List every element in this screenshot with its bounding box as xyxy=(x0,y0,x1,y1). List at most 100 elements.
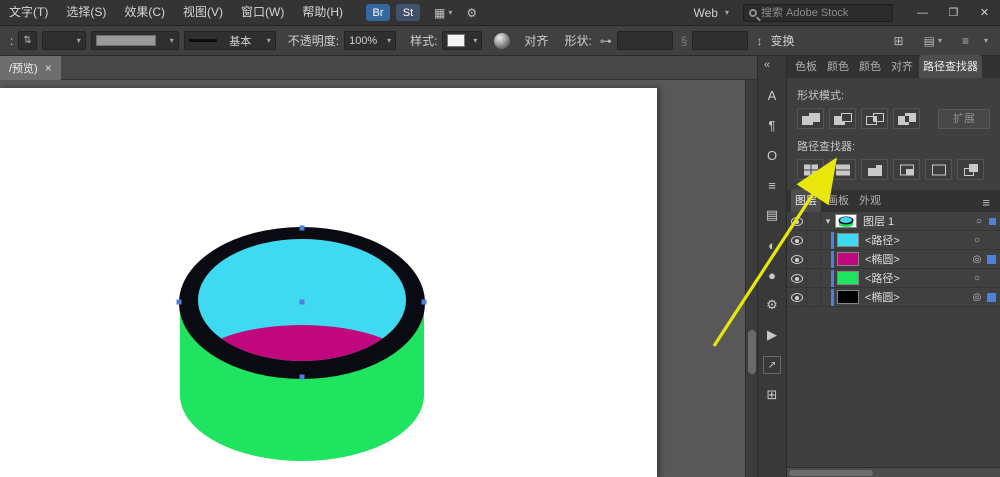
target-circle[interactable]: ◎ xyxy=(969,292,985,303)
layer-row[interactable]: <路径> ○ xyxy=(787,269,1000,288)
selection-square[interactable] xyxy=(989,218,996,225)
lock-toggle[interactable] xyxy=(807,212,821,230)
visibility-toggle[interactable] xyxy=(787,269,807,287)
selection-square[interactable] xyxy=(987,255,996,264)
shape-width-input[interactable] xyxy=(617,31,673,50)
minus-back-button[interactable] xyxy=(957,159,984,180)
target-circle[interactable]: ◎ xyxy=(969,254,985,265)
anchor-point[interactable] xyxy=(300,226,305,231)
height-icon[interactable]: ↕ xyxy=(756,34,762,48)
actions-panel-icon[interactable]: ▶ xyxy=(760,323,784,347)
tab-color[interactable]: 颜色 xyxy=(823,55,853,78)
gradient-panel-icon[interactable]: ◐ xyxy=(760,233,784,257)
opacity-select[interactable]: 100% ▾ xyxy=(344,31,396,50)
layer-row[interactable]: <路径> ○ xyxy=(787,231,1000,250)
target-circle[interactable]: ○ xyxy=(969,273,985,284)
style-select[interactable]: ▾ xyxy=(442,31,482,50)
grid-icon[interactable]: ⊞ xyxy=(894,34,904,48)
tab-close-icon[interactable]: × xyxy=(45,61,52,75)
layer-name[interactable]: <椭圆> xyxy=(865,251,900,267)
stroke-profile-select[interactable]: 基本 ▾ xyxy=(184,31,276,50)
menu-select[interactable]: 选择(S) xyxy=(57,0,115,25)
menu-effect[interactable]: 效果(C) xyxy=(115,0,174,25)
scrollbar-thumb[interactable] xyxy=(789,470,873,476)
workspace-switcher[interactable]: Web ▾ xyxy=(694,6,729,20)
selection-square[interactable] xyxy=(987,293,996,302)
align-button[interactable]: 对齐 xyxy=(524,32,548,49)
search-input[interactable] xyxy=(761,7,887,19)
divide-button[interactable] xyxy=(797,159,824,180)
visibility-toggle[interactable] xyxy=(787,212,807,230)
transparency-panel-icon[interactable]: ● xyxy=(760,263,784,287)
transform-panel-icon[interactable]: ⊞ xyxy=(760,383,784,407)
layer-row[interactable]: ▾ 图层 1 ○ xyxy=(787,212,1000,231)
intersect-button[interactable] xyxy=(861,108,888,129)
visibility-toggle[interactable] xyxy=(787,250,807,268)
close-button[interactable]: ✕ xyxy=(969,0,1000,26)
selection-square[interactable] xyxy=(987,274,996,283)
outline-button[interactable] xyxy=(925,159,952,180)
graphic-styles-panel-icon[interactable]: ▤ xyxy=(760,203,784,227)
target-circle[interactable]: ○ xyxy=(971,216,987,227)
minus-front-button[interactable] xyxy=(829,108,856,129)
layer-name[interactable]: <椭圆> xyxy=(865,289,900,305)
appearance-panel-icon[interactable]: ⚙ xyxy=(760,293,784,317)
tab-swatches[interactable]: 色板 xyxy=(791,55,821,78)
document-tab[interactable]: /预览) × xyxy=(0,56,61,80)
expand-button[interactable]: 扩展 xyxy=(938,109,990,129)
anchor-point[interactable] xyxy=(177,300,182,305)
shape-height-input[interactable] xyxy=(692,31,748,50)
link-dimensions-icon[interactable]: § xyxy=(681,34,688,48)
transform-button[interactable]: 变换 xyxy=(770,32,794,49)
opentype-panel-icon[interactable]: O xyxy=(760,143,784,167)
target-circle[interactable]: ○ xyxy=(969,235,985,246)
expand-caret-icon[interactable]: ▾ xyxy=(821,216,835,227)
layer-name[interactable]: 图层 1 xyxy=(863,213,894,229)
visibility-toggle[interactable] xyxy=(787,231,807,249)
stroke-weight-stepper[interactable]: ⇅ xyxy=(18,31,36,50)
layer-name[interactable]: <路径> xyxy=(865,270,900,286)
layer-thumbnail[interactable] xyxy=(837,252,859,266)
visibility-toggle[interactable] xyxy=(787,288,807,306)
layer-thumbnail[interactable] xyxy=(835,214,857,228)
export-panel-icon[interactable]: ↗ xyxy=(763,356,781,374)
menu-window[interactable]: 窗口(W) xyxy=(232,0,293,25)
tab-artboards[interactable]: 画板 xyxy=(823,189,853,212)
maximize-button[interactable]: ❐ xyxy=(938,0,969,26)
stock-button[interactable]: St xyxy=(396,4,420,21)
panel-menu-icon[interactable]: ≡ xyxy=(962,34,969,48)
artboard[interactable] xyxy=(0,88,657,477)
panel-menu-icon[interactable]: ≡ xyxy=(976,193,996,212)
lock-toggle[interactable] xyxy=(807,269,821,287)
anchor-point[interactable] xyxy=(300,300,305,305)
paragraph-panel-icon[interactable]: ¶ xyxy=(760,113,784,137)
menu-type[interactable]: 文字(T) xyxy=(0,0,57,25)
lock-toggle[interactable] xyxy=(807,250,821,268)
layer-row[interactable]: <椭圆> ◎ xyxy=(787,288,1000,307)
selection-square[interactable] xyxy=(987,236,996,245)
arrange-documents-button[interactable]: ▦ ▾ xyxy=(434,6,452,20)
layer-thumbnail[interactable] xyxy=(837,290,859,304)
artwork-canvas[interactable] xyxy=(0,88,657,477)
tab-layers[interactable]: 图层 xyxy=(791,189,821,212)
scrollbar-thumb[interactable] xyxy=(748,330,756,374)
menu-help[interactable]: 帮助(H) xyxy=(293,0,352,25)
lock-toggle[interactable] xyxy=(807,231,821,249)
crop-button[interactable] xyxy=(893,159,920,180)
bridge-button[interactable]: Br xyxy=(366,4,390,21)
recolor-artwork-icon[interactable] xyxy=(494,33,510,49)
width-profile-select[interactable]: ▾ xyxy=(42,31,86,50)
trim-button[interactable] xyxy=(829,159,856,180)
menu-view[interactable]: 视图(V) xyxy=(174,0,232,25)
lock-toggle[interactable] xyxy=(807,288,821,306)
stroke-panel-icon[interactable]: ≡ xyxy=(760,173,784,197)
minimize-button[interactable]: — xyxy=(907,0,938,26)
dock-layout-button[interactable]: ▤ ▾ xyxy=(924,34,942,48)
tab-pathfinder[interactable]: 路径查找器 xyxy=(919,55,982,78)
layer-thumbnail[interactable] xyxy=(837,233,859,247)
horizontal-scrollbar[interactable] xyxy=(787,467,1000,477)
tab-color-2[interactable]: 颜色 xyxy=(855,55,885,78)
brush-select[interactable]: ▾ xyxy=(91,31,179,50)
anchor-point[interactable] xyxy=(422,300,427,305)
layer-name[interactable]: <路径> xyxy=(865,232,900,248)
